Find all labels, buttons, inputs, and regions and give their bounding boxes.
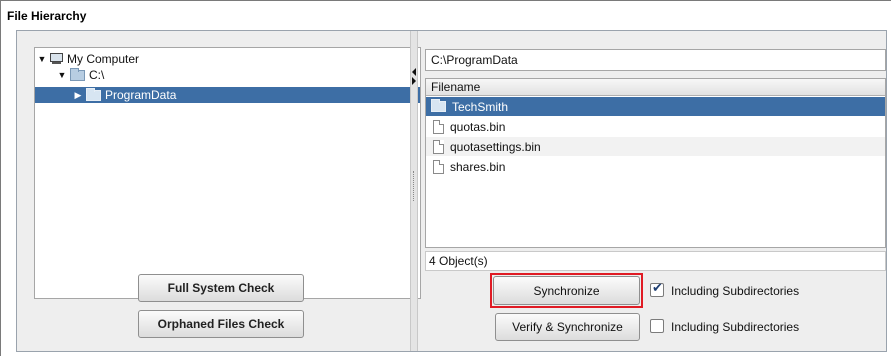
expand-arrow-icon[interactable]: ▼ <box>57 70 67 80</box>
collapse-left-icon[interactable] <box>412 68 416 76</box>
highlight-annotation <box>490 273 643 308</box>
including-subdirectories-checkbox-1[interactable] <box>650 281 664 297</box>
collapse-right-icon[interactable] <box>412 77 416 85</box>
full-system-check-button[interactable]: Full System Check <box>138 274 304 302</box>
file-name: shares.bin <box>450 159 506 174</box>
object-count: 4 Object(s) <box>425 251 886 271</box>
folder-icon <box>86 87 101 101</box>
file-icon <box>433 119 444 134</box>
file-icon <box>433 139 444 154</box>
file-name: quotas.bin <box>450 119 506 134</box>
folder-icon <box>431 99 446 112</box>
file-row-techsmith[interactable]: TechSmith <box>426 97 885 116</box>
expand-arrow-icon[interactable]: ▼ <box>37 54 47 64</box>
tree-item-programdata[interactable]: ▶ ProgramData <box>35 87 420 103</box>
file-row-quotas[interactable]: quotas.bin <box>426 117 885 136</box>
file-row-shares[interactable]: shares.bin <box>426 157 885 176</box>
title-bar: File Hierarchy <box>1 1 891 29</box>
file-name: TechSmith <box>452 99 509 114</box>
tree-item-label: C:\ <box>89 68 105 82</box>
folder-tree[interactable]: ▼ My Computer ▼ C:\ ▶ ProgramData <box>34 47 421 299</box>
collapsed-arrow-icon[interactable]: ▶ <box>73 90 83 101</box>
path-field[interactable]: C:\ProgramData <box>425 49 886 71</box>
main-panel: ▼ My Computer ▼ C:\ ▶ ProgramData Full S… <box>16 30 887 352</box>
including-subdirectories-label-2: Including Subdirectories <box>671 320 800 334</box>
folder-icon <box>70 67 85 81</box>
tree-item-c-drive[interactable]: ▼ C:\ <box>35 67 420 83</box>
file-icon <box>433 159 444 174</box>
verify-synchronize-button[interactable]: Verify & Synchronize <box>495 313 640 341</box>
splitter-grip-icon[interactable] <box>413 171 415 201</box>
including-subdirectories-checkbox-2[interactable] <box>650 319 664 333</box>
computer-icon <box>50 53 63 65</box>
tree-item-label: ProgramData <box>105 88 177 102</box>
pane-splitter[interactable] <box>410 31 418 351</box>
file-list[interactable]: Filename TechSmith quotas.bin quotasetti… <box>425 78 886 248</box>
file-row-quotasettings[interactable]: quotasettings.bin <box>426 137 885 156</box>
file-hierarchy-window: File Hierarchy ▼ My Computer ▼ C:\ ▶ Pro… <box>0 0 891 356</box>
tree-item-label: My Computer <box>67 52 140 66</box>
window-left-border <box>0 0 1 356</box>
orphaned-files-check-button[interactable]: Orphaned Files Check <box>138 310 304 338</box>
window-title: File Hierarchy <box>7 9 87 23</box>
including-subdirectories-label-1: Including Subdirectories <box>671 284 800 298</box>
tree-item-my-computer[interactable]: ▼ My Computer <box>35 51 420 67</box>
file-name: quotasettings.bin <box>450 139 541 154</box>
column-header-filename[interactable]: Filename <box>426 79 885 96</box>
